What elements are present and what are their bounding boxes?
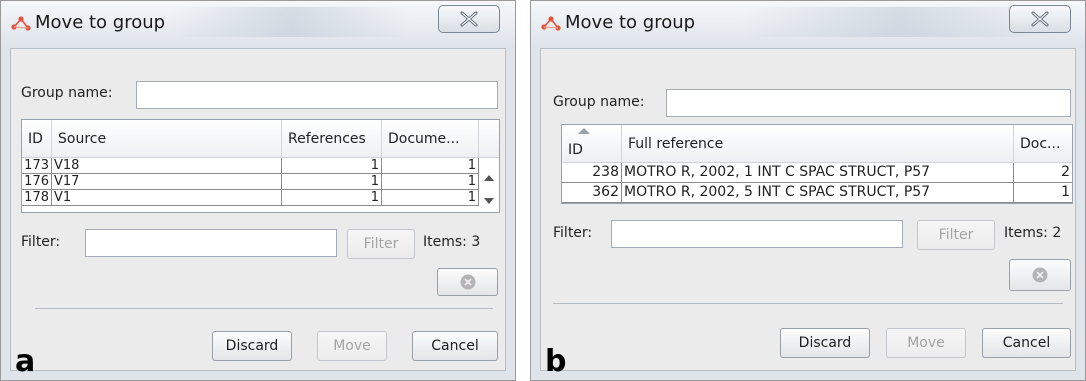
background-blur	[171, 7, 411, 37]
column-header-source[interactable]: Source	[52, 120, 282, 158]
column-header-id[interactable]: ID	[22, 120, 52, 158]
column-header-documents[interactable]: Docume...	[382, 120, 479, 158]
sources-table: ID Source References Docume... 173 V18 1…	[21, 119, 500, 213]
title-bar[interactable]: Move to group	[531, 1, 1085, 48]
items-count: Items: 3	[423, 234, 481, 250]
separator-line	[35, 308, 493, 309]
cell-documents: 1	[382, 158, 479, 174]
dialog-content: Group name: ID Full reference Doc... 238…	[540, 48, 1076, 377]
cell-references: 1	[282, 158, 382, 174]
group-name-input[interactable]	[136, 81, 498, 109]
cell-documents: 1	[382, 190, 479, 206]
cell-id: 173	[22, 158, 52, 174]
header-corner	[479, 120, 499, 158]
panel-letter: b	[545, 344, 567, 379]
dialog-content: Group name: ID Source References Docume.…	[10, 48, 506, 377]
panel-letter: a	[15, 344, 36, 379]
cell-documents: 2	[1014, 163, 1072, 183]
scroll-up-arrow-icon[interactable]	[484, 175, 494, 181]
clear-filter-button[interactable]	[1009, 259, 1071, 291]
app-logo-icon	[541, 16, 561, 31]
items-count: Items: 2	[1004, 225, 1062, 241]
cell-source: V1	[52, 190, 282, 206]
clear-filter-icon	[1032, 267, 1048, 283]
group-name-label: Group name:	[21, 85, 113, 101]
filter-label: Filter:	[21, 234, 61, 250]
group-name-input[interactable]	[666, 89, 1071, 117]
filter-button[interactable]: Filter	[917, 220, 995, 250]
column-header-documents[interactable]: Doc...	[1014, 125, 1072, 163]
cell-full-reference: MOTRO R, 2002, 1 INT C SPAC STRUCT, P57	[622, 163, 1014, 183]
move-to-group-dialog-a: Move to group Group name: ID Source Refe…	[0, 0, 516, 381]
close-button[interactable]	[438, 5, 500, 33]
move-button[interactable]: Move	[886, 328, 966, 358]
close-button[interactable]	[1009, 5, 1071, 33]
cell-documents: 1	[1014, 183, 1072, 203]
cell-id: 362	[562, 183, 622, 203]
cell-references: 1	[282, 190, 382, 206]
column-header-full-reference[interactable]: Full reference	[622, 125, 1014, 163]
cell-references: 1	[282, 174, 382, 190]
cell-documents: 1	[382, 174, 479, 190]
move-button[interactable]: Move	[317, 331, 387, 361]
group-name-label: Group name:	[553, 94, 645, 110]
cell-source: V18	[52, 158, 282, 174]
cell-source: V17	[52, 174, 282, 190]
cell-id: 176	[22, 174, 52, 190]
cell-full-reference: MOTRO R, 2002, 5 INT C SPAC STRUCT, P57	[622, 183, 1014, 203]
vertical-scrollbar[interactable]	[479, 158, 499, 212]
filter-label: Filter:	[553, 225, 593, 241]
filter-input[interactable]	[611, 220, 903, 248]
close-icon	[1031, 11, 1049, 27]
cancel-button[interactable]: Cancel	[982, 328, 1071, 358]
dialog-title: Move to group	[565, 12, 696, 33]
close-icon	[460, 11, 478, 27]
filter-button[interactable]: Filter	[347, 229, 415, 259]
cancel-button[interactable]: Cancel	[412, 331, 498, 361]
cell-id: 238	[562, 163, 622, 183]
filter-input[interactable]	[85, 229, 337, 257]
discard-button[interactable]: Discard	[780, 328, 870, 358]
clear-filter-icon	[460, 274, 475, 290]
cell-id: 178	[22, 190, 52, 206]
move-to-group-dialog-b: Move to group Group name: ID Full refere…	[530, 0, 1086, 381]
column-header-id[interactable]: ID	[562, 125, 622, 163]
separator-line	[553, 303, 1063, 304]
dialog-title: Move to group	[35, 12, 166, 33]
title-bar[interactable]: Move to group	[1, 1, 515, 48]
app-logo-icon	[11, 16, 31, 31]
clear-filter-button[interactable]	[437, 268, 498, 296]
references-table: ID Full reference Doc... 238 MOTRO R, 20…	[561, 124, 1073, 204]
scroll-down-arrow-icon[interactable]	[484, 198, 494, 204]
discard-button[interactable]: Discard	[212, 331, 292, 361]
column-header-references[interactable]: References	[282, 120, 382, 158]
